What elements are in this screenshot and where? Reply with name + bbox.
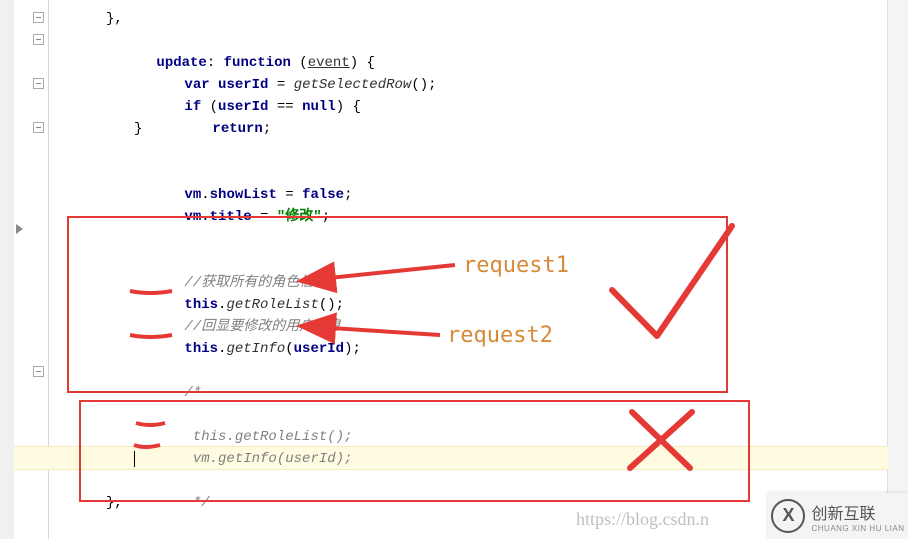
code-line: //回显要修改的用户信息 (48, 294, 888, 316)
code-line: /* (48, 360, 888, 382)
code-line: }, (48, 8, 888, 30)
breakpoint-gutter-icon[interactable] (16, 224, 23, 234)
code-line: return; (48, 96, 888, 118)
code-line: if (userId == null) { (48, 74, 888, 96)
text-caret (134, 451, 135, 467)
code-line: } (48, 118, 888, 140)
code-area[interactable]: }, update: function (event) { var userId… (48, 0, 888, 539)
fold-marker-icon[interactable] (33, 12, 44, 23)
code-line: vm.title = "修改"; (48, 184, 888, 206)
watermark-url: https://blog.csdn.n (576, 509, 709, 530)
code-line: vm.showList = false; (48, 162, 888, 184)
editor-ruler (0, 0, 15, 539)
code-line: update: function (event) { (48, 30, 888, 52)
fold-marker-icon[interactable] (33, 34, 44, 45)
vertical-scrollbar[interactable] (887, 0, 908, 539)
code-line: }, (48, 492, 888, 514)
code-line: this.getRoleList(); (48, 272, 888, 294)
code-line: this.getRoleList(); (48, 404, 888, 426)
code-line: var userId = getSelectedRow(); (48, 52, 888, 74)
fold-marker-icon[interactable] (33, 78, 44, 89)
code-line: vm.getInfo(userId); (48, 426, 888, 448)
fold-marker-icon[interactable] (33, 366, 44, 377)
logo-subtext: CHUANG XIN HU LIAN (811, 524, 904, 533)
logo-text: 创新互联 (811, 500, 904, 524)
watermark-logo: 创新互联 CHUANG XIN HU LIAN (768, 493, 908, 539)
logo-cx-icon (771, 499, 805, 533)
code-line: this.getInfo(userId); (48, 316, 888, 338)
code-line: */ (48, 470, 888, 492)
code-line: //获取所有的角色信息 (48, 250, 888, 272)
code-line (48, 448, 888, 470)
editor-viewport: }, update: function (event) { var userId… (0, 0, 908, 539)
fold-marker-icon[interactable] (33, 122, 44, 133)
